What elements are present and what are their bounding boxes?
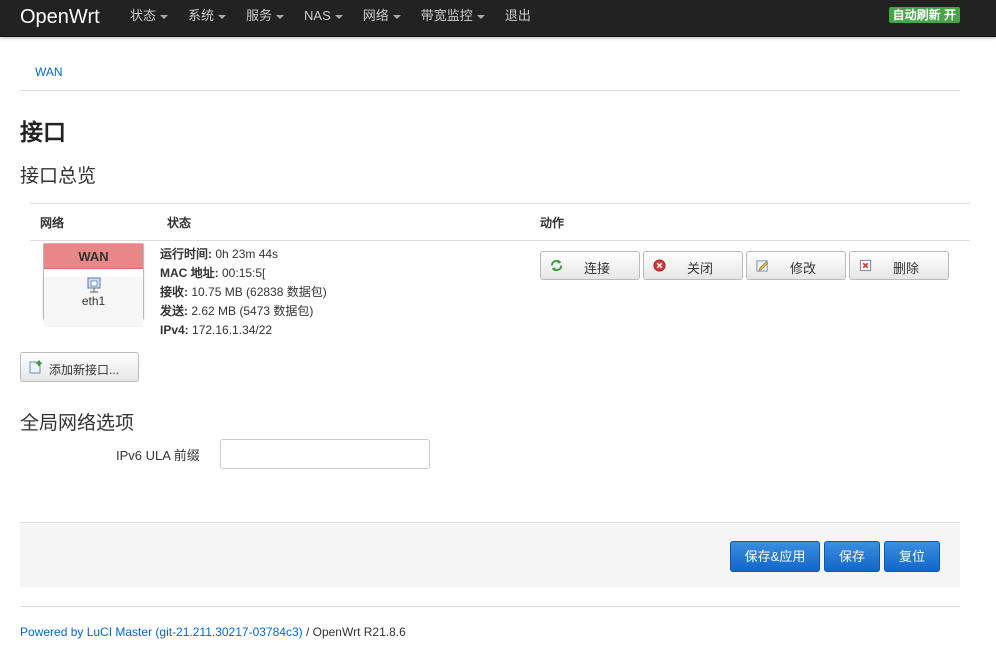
- menu-system-label: 系统: [188, 8, 215, 23]
- luci-link[interactable]: Powered by LuCI Master (git-21.211.30217…: [20, 625, 303, 639]
- column-network: 网络: [40, 216, 65, 230]
- connect-button[interactable]: 连接: [540, 251, 640, 280]
- top-navbar: OpenWrt 状态 系统 服务 NAS 网络 带宽监控 退出 自动刷新 开: [0, 0, 996, 37]
- rx-value: 10.75 MB (62838 数据包): [188, 285, 327, 299]
- footer-divider: [20, 606, 960, 607]
- menu-bandwidth-label: 带宽监控: [420, 8, 473, 23]
- status-ipv4: IPv4: 172.16.1.34/22: [160, 321, 327, 340]
- chevron-down-icon: [160, 14, 169, 19]
- mac-value: 00:15:5[: [218, 266, 266, 280]
- edit-button[interactable]: 修改: [746, 251, 846, 280]
- reset-button[interactable]: 复位: [884, 541, 940, 572]
- menu-services-label: 服务: [246, 8, 273, 23]
- column-actions: 动作: [540, 216, 565, 230]
- chevron-down-icon: [476, 14, 485, 19]
- add-interface-label: 添加新接口...: [49, 363, 120, 377]
- stop-button[interactable]: 关闭: [643, 251, 743, 280]
- ipv4-value: 172.16.1.34/22: [188, 323, 273, 337]
- save-apply-button[interactable]: 保存&应用: [730, 541, 820, 572]
- tx-label: 发送:: [160, 304, 188, 318]
- status-uptime: 运行时间: 0h 23m 44s: [160, 245, 327, 264]
- form-actions: 保存&应用 保存 复位: [20, 522, 960, 587]
- interface-badge-wan: WAN eth1: [43, 243, 144, 327]
- menu-bandwidth[interactable]: 带宽监控: [411, 0, 495, 37]
- tx-value: 2.62 MB (5473 数据包): [188, 304, 314, 318]
- tab-wan[interactable]: WAN: [35, 65, 63, 79]
- ula-prefix-input[interactable]: [220, 439, 430, 469]
- interface-name: WAN: [44, 244, 143, 269]
- chevron-down-icon: [276, 14, 285, 19]
- delete-label: 删除: [892, 261, 919, 276]
- edit-label: 修改: [789, 261, 816, 276]
- menu-logout-label: 退出: [504, 8, 531, 23]
- column-status: 状态: [167, 216, 192, 230]
- status-rx: 接收: 10.75 MB (62838 数据包): [160, 283, 327, 302]
- connect-label: 连接: [583, 261, 610, 276]
- menu-system[interactable]: 系统: [178, 0, 236, 37]
- menu-nas[interactable]: NAS: [294, 0, 353, 37]
- stop-label: 关闭: [686, 261, 713, 276]
- save-button[interactable]: 保存: [824, 541, 880, 572]
- ipv4-label: IPv4:: [160, 323, 189, 337]
- interface-device: eth1: [44, 277, 143, 327]
- chevron-down-icon: [218, 14, 227, 19]
- chevron-down-icon: [334, 14, 343, 19]
- uptime-label: 运行时间:: [160, 247, 212, 261]
- table-header: 网络 状态 动作: [30, 203, 970, 241]
- mac-label: MAC 地址:: [160, 266, 219, 280]
- interface-status: 运行时间: 0h 23m 44s MAC 地址: 00:15:5[ 接收: 10…: [160, 245, 327, 340]
- chevron-down-icon: [392, 14, 401, 19]
- delete-button[interactable]: 删除: [849, 251, 949, 280]
- main-menu: 状态 系统 服务 NAS 网络 带宽监控 退出: [120, 0, 541, 37]
- page-title: 接口: [20, 119, 66, 145]
- uptime-value: 0h 23m 44s: [212, 247, 279, 261]
- device-name: eth1: [81, 294, 106, 308]
- global-options-title: 全局网络选项: [20, 413, 135, 434]
- brand-logo[interactable]: OpenWrt: [20, 5, 100, 29]
- ethernet-port-icon: [87, 277, 100, 293]
- interface-actions: 连接 关闭 修改 删除: [540, 251, 952, 280]
- footer-version: / OpenWrt R21.8.6: [302, 625, 406, 639]
- menu-network-label: 网络: [362, 8, 389, 23]
- interfaces-overview-title: 接口总览: [20, 166, 97, 187]
- status-mac: MAC 地址: 00:15:5[: [160, 264, 327, 283]
- menu-network[interactable]: 网络: [353, 0, 411, 37]
- add-interface-button[interactable]: 添加新接口...: [20, 352, 139, 382]
- interfaces-table: 网络 状态 动作 WAN eth1 运行时间: 0h 23m 44s MAC 地…: [30, 203, 970, 337]
- menu-status-label: 状态: [130, 8, 157, 23]
- menu-logout[interactable]: 退出: [495, 0, 541, 37]
- menu-nas-label: NAS: [304, 8, 331, 23]
- menu-services[interactable]: 服务: [236, 0, 294, 37]
- footer: Powered by LuCI Master (git-21.211.30217…: [20, 625, 406, 639]
- add-icon: [29, 360, 42, 374]
- ula-prefix-label: IPv6 ULA 前缀: [116, 448, 200, 463]
- menu-status[interactable]: 状态: [120, 0, 178, 37]
- rx-label: 接收:: [160, 285, 188, 299]
- autorefresh-toggle[interactable]: 自动刷新 开: [888, 7, 960, 23]
- status-tx: 发送: 2.62 MB (5473 数据包): [160, 302, 327, 321]
- breadcrumb: WAN: [20, 53, 960, 91]
